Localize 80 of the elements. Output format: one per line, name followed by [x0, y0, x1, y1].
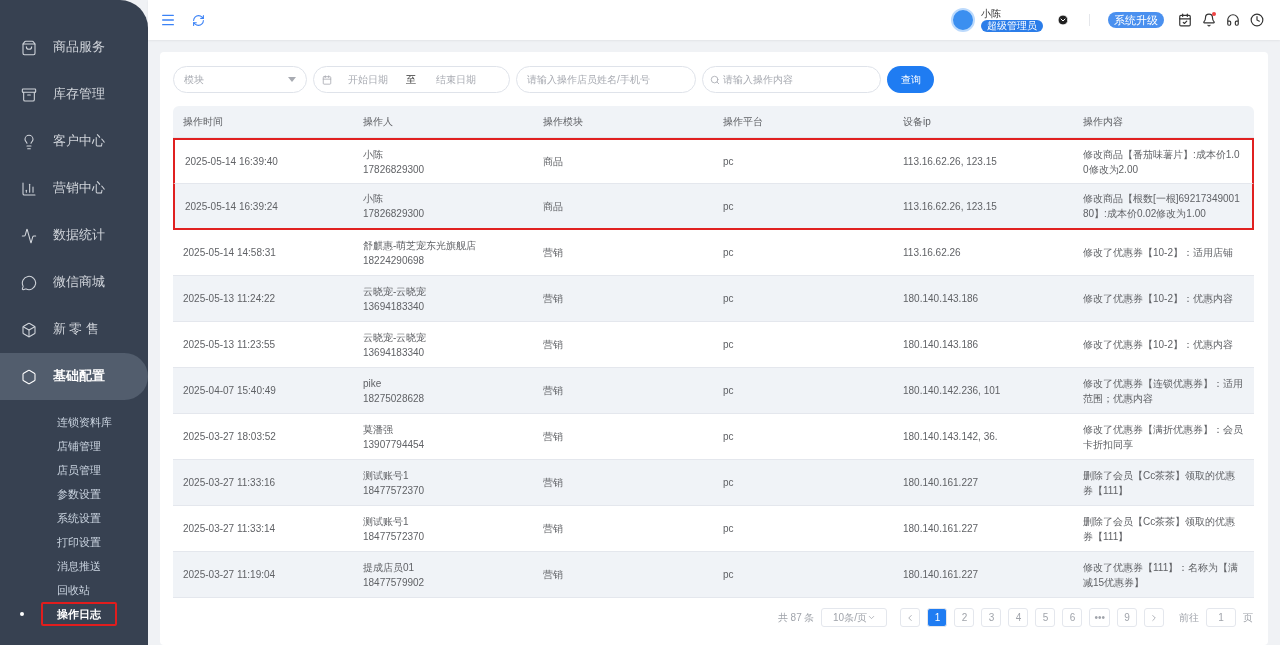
- operator-name: 测试账号1: [363, 468, 410, 483]
- menu-item[interactable]: 基础配置: [0, 353, 148, 400]
- bag-icon: [21, 39, 37, 56]
- menu-icon[interactable]: [160, 12, 176, 28]
- column-header: 操作模块: [533, 106, 713, 138]
- operator-phone: 13694183340: [363, 299, 426, 314]
- date-range-field[interactable]: 开始日期 至 结束日期: [313, 66, 510, 93]
- operator-name: 云晓宠-云晓宠: [363, 330, 428, 345]
- chevron-down-icon: [866, 613, 876, 622]
- operator-phone: 13907794454: [363, 437, 426, 452]
- operator-phone: 18477572370: [363, 529, 426, 544]
- avatar: [951, 8, 975, 32]
- headset-icon[interactable]: [1226, 13, 1240, 27]
- ip-cell: 180.140.161.227: [893, 552, 1073, 598]
- time-cell: 2025-03-27 11:19:04: [173, 552, 353, 598]
- query-button[interactable]: 查询: [887, 66, 934, 93]
- operator-name: 小陈: [363, 147, 384, 162]
- total-count: 共 87 条: [777, 611, 815, 625]
- trend-icon: [21, 227, 37, 244]
- menu-item[interactable]: 数据统计: [0, 212, 148, 259]
- menu-item[interactable]: 商品服务: [0, 24, 148, 71]
- submenu-item[interactable]: 回收站: [43, 579, 104, 601]
- bulb-icon: [21, 133, 37, 150]
- column-header: 操作人: [353, 106, 533, 138]
- operator-phone: 18477579902: [363, 575, 426, 590]
- chat-icon: [21, 274, 37, 291]
- bar-chart-icon: [21, 180, 37, 197]
- archive-icon: [21, 86, 37, 103]
- menu-item[interactable]: 营销中心: [0, 165, 148, 212]
- operator-phone: 13694183340: [363, 345, 426, 360]
- refresh-icon[interactable]: [192, 13, 205, 27]
- dropdown-icon[interactable]: [1057, 14, 1069, 26]
- bell-icon[interactable]: [1202, 13, 1216, 27]
- page-unit: 页: [1243, 611, 1253, 625]
- calendar-icon[interactable]: [1178, 13, 1192, 27]
- operator-name: 测试账号1: [363, 514, 410, 529]
- hexagon-icon: [21, 368, 37, 385]
- submenu-item[interactable]: 参数设置: [43, 483, 115, 505]
- submenu-item[interactable]: 店铺管理: [43, 435, 115, 457]
- search-icon: [710, 75, 720, 85]
- date-separator: 至: [406, 73, 416, 87]
- operator-phone: 18224290698: [363, 253, 426, 268]
- goto-label: 前往: [1179, 611, 1199, 625]
- column-header: 操作平台: [713, 106, 893, 138]
- submenu-item[interactable]: 消息推送: [43, 555, 115, 577]
- operator-name: 小陈: [363, 192, 384, 206]
- column-header: 设备ip: [893, 106, 1073, 138]
- column-header: 操作内容: [1073, 106, 1254, 138]
- content-cell: 修改了优惠券【111】：名称为【满减15优惠券】: [1073, 552, 1254, 598]
- calendar-icon: [322, 74, 332, 85]
- operator-phone: 18275028628: [363, 391, 426, 406]
- platform-cell: pc: [713, 552, 893, 598]
- operator-name: 云晓宠-云晓宠: [363, 284, 428, 299]
- operator-name: 舒麒惠-萌芝宠东光旗舰店: [363, 238, 478, 253]
- menu-item[interactable]: 微信商城: [0, 259, 148, 306]
- module-cell: 营销: [533, 552, 713, 598]
- submenu-item[interactable]: 连锁资料库: [43, 411, 126, 433]
- page-button[interactable]: 1: [927, 608, 948, 627]
- operator-phone: 18477572370: [363, 483, 426, 498]
- box-icon: [21, 321, 37, 338]
- operator-phone: 17826829300: [363, 162, 426, 177]
- column-header: 操作时间: [173, 106, 353, 138]
- operator-name: 莫潘强: [363, 422, 394, 437]
- menu-item[interactable]: 客户中心: [0, 118, 148, 165]
- staff-input[interactable]: 请输入操作店员姓名/手机号: [516, 66, 696, 93]
- submenu-item[interactable]: 操作日志: [41, 601, 117, 627]
- user-name: 小陈: [981, 8, 1002, 19]
- operator-phone: 17826829300: [363, 207, 426, 221]
- operator-name: 提成店员01: [363, 560, 416, 575]
- chevron-right-icon: [1149, 612, 1159, 623]
- submenu-item[interactable]: 系统设置: [43, 507, 115, 529]
- operator-name: pike: [363, 376, 383, 391]
- caret-icon: [288, 77, 296, 82]
- menu-item[interactable]: 新 零 售: [0, 306, 148, 353]
- role-badge: 超级管理员: [981, 19, 1043, 32]
- submenu-item[interactable]: 店员管理: [43, 459, 115, 481]
- menu-item[interactable]: 库存管理: [0, 71, 148, 118]
- submenu-item[interactable]: 打印设置: [43, 531, 115, 553]
- clock-icon[interactable]: [1250, 13, 1264, 27]
- content-search-field[interactable]: 请输入操作内容: [702, 66, 881, 93]
